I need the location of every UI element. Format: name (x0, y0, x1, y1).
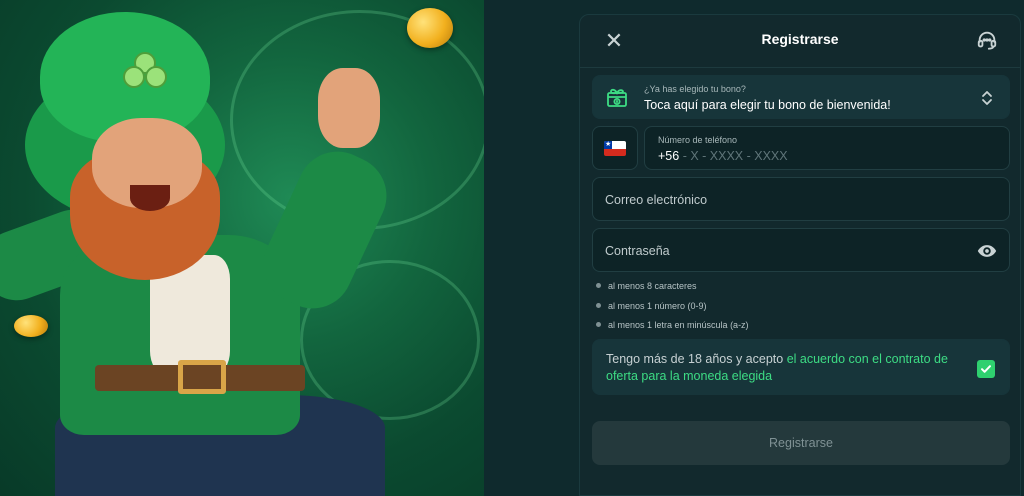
clover-icon (123, 52, 167, 96)
chile-flag-icon: ★ (604, 141, 626, 156)
password-rule: al menos 1 letra en minúscula (a-z) (594, 318, 749, 338)
terms-prefix: Tengo más de 18 años y acepto (606, 352, 787, 366)
gift-icon (605, 85, 629, 109)
registration-panel: ✕ Registrarse ¿Ya has elegido tu bono? T… (579, 14, 1021, 496)
password-rule: al menos 8 caracteres (594, 279, 749, 299)
bonus-question: ¿Ya has elegido tu bono? (644, 84, 746, 94)
panel-header: ✕ Registrarse (580, 15, 1020, 65)
password-rule: al menos 1 número (0-9) (594, 299, 749, 319)
bonus-prompt: Toca aquí para elegir tu bono de bienven… (644, 98, 891, 112)
password-placeholder: Contraseña (605, 244, 670, 258)
phone-placeholder: - X - XXXX - XXXX (679, 149, 788, 163)
email-placeholder: Correo electrónico (605, 193, 708, 207)
terms-text: Tengo más de 18 años y acepto el acuerdo… (606, 351, 966, 385)
country-selector[interactable]: ★ (592, 126, 638, 170)
header-divider (580, 67, 1020, 68)
bonus-selector[interactable]: ¿Ya has elegido tu bono? Toca aquí para … (592, 75, 1010, 119)
password-rules: al menos 8 caracteres al menos 1 número … (594, 279, 749, 338)
eye-icon[interactable] (977, 242, 997, 260)
terms-checkbox[interactable] (977, 360, 995, 378)
register-button[interactable]: Registrarse (592, 421, 1010, 465)
gold-coin (407, 8, 453, 48)
password-field[interactable]: Contraseña (592, 228, 1010, 272)
belt-buckle (178, 360, 226, 394)
phone-input[interactable]: +56 - X - XXXX - XXXX (658, 149, 788, 163)
leprechaun-fist (318, 68, 380, 148)
email-field[interactable]: Correo electrónico (592, 177, 1010, 221)
promo-illustration (0, 0, 484, 496)
panel-title: Registrarse (761, 31, 839, 47)
phone-prefix: +56 (658, 149, 680, 163)
chevron-updown-icon (979, 89, 995, 107)
phone-label: Número de teléfono (658, 135, 738, 145)
leprechaun-mouth (130, 185, 170, 211)
headset-icon[interactable] (976, 29, 1000, 53)
gold-coin (14, 315, 48, 337)
phone-field[interactable]: Número de teléfono +56 - X - XXXX - XXXX (644, 126, 1010, 170)
terms-agreement: Tengo más de 18 años y acepto el acuerdo… (592, 339, 1010, 395)
